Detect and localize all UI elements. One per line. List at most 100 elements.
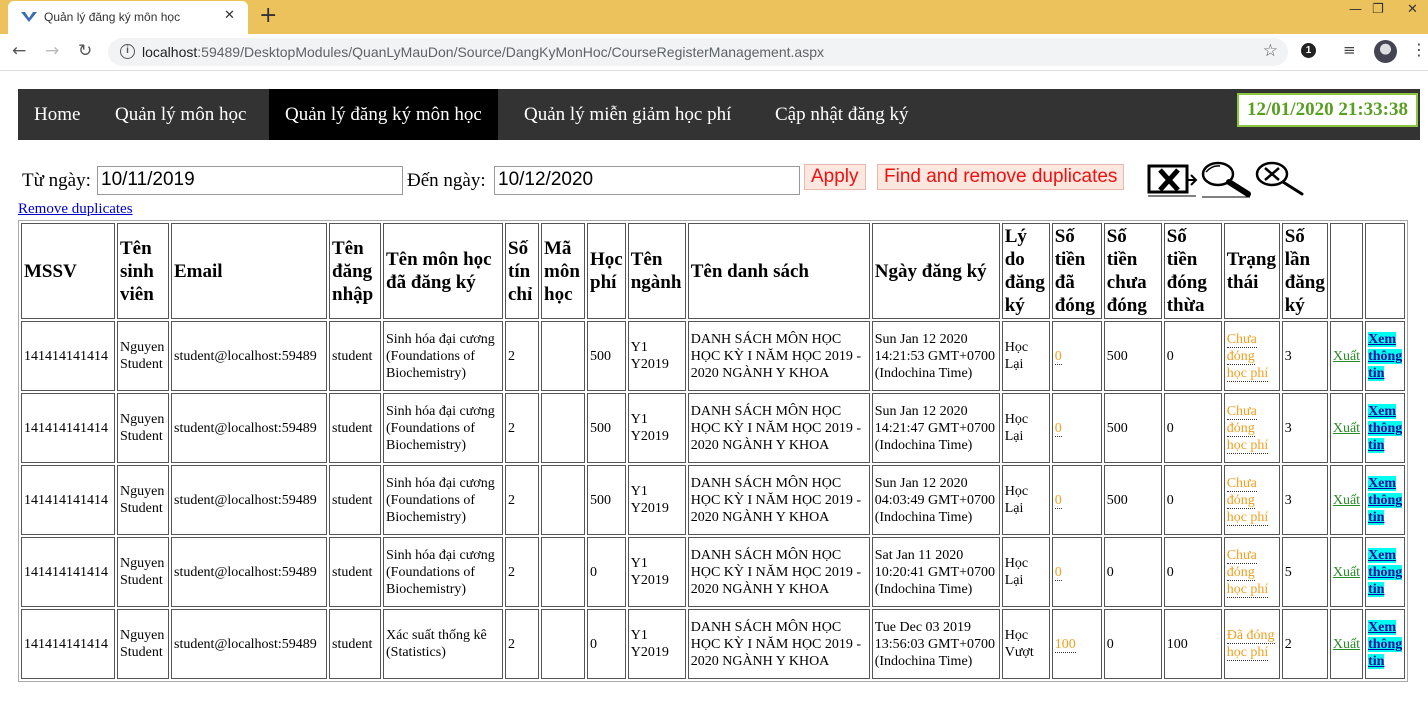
- col-reason: Lý do đăng ký: [1001, 223, 1050, 319]
- export-link[interactable]: Xuất: [1333, 493, 1360, 508]
- remove-duplicates-link[interactable]: Remove duplicates: [18, 201, 133, 218]
- view-details-link[interactable]: Xem thông tin: [1368, 547, 1403, 597]
- cell-list-name: DANH SÁCH MÔN HỌC HỌC KỲ I NĂM HỌC 2019 …: [687, 609, 870, 679]
- tab-close-icon[interactable]: ✕: [224, 8, 235, 23]
- paid-amount-link[interactable]: 0: [1054, 492, 1062, 509]
- cell-fee: 500: [587, 393, 626, 463]
- paid-amount-link[interactable]: 0: [1054, 420, 1062, 437]
- cell-reason: Học Lại: [1001, 465, 1050, 535]
- cell-credits-text: 2: [508, 636, 515, 652]
- cell-course-code: [541, 537, 585, 607]
- search-icon[interactable]: [1200, 160, 1252, 198]
- browser-menu-icon[interactable]: ⋮: [1411, 40, 1427, 59]
- cell-unpaid-text: 0: [1106, 636, 1114, 652]
- view-details-link[interactable]: Xem thông tin: [1368, 475, 1403, 525]
- cell-major-text: Y1 Y2019: [630, 628, 669, 660]
- export-link[interactable]: Xuất: [1333, 637, 1360, 652]
- cell-course-name-text: Sinh hóa đại cương (Foundations of Bioch…: [386, 331, 495, 381]
- cell-student-name: Nguyen Student: [117, 609, 169, 679]
- col-course-name: Tên môn học đã đăng ký: [383, 223, 503, 319]
- window-close-icon[interactable]: ✕: [1407, 2, 1418, 17]
- cell-register-date: Sat Jan 11 2020 10:20:41 GMT+0700 (Indoc…: [871, 537, 1000, 607]
- extension-icon[interactable]: 1: [1301, 43, 1316, 58]
- find-remove-duplicates-button[interactable]: Find and remove duplicates: [877, 164, 1125, 190]
- paid-amount-link[interactable]: 0: [1054, 564, 1062, 581]
- table-row: 141414141414 Nguyen Student student@localh…: [21, 609, 1406, 679]
- cell-course-code: [541, 465, 585, 535]
- cell-email-text: student@localhost:59489: [174, 636, 317, 652]
- cell-fee-text: 0: [590, 636, 597, 652]
- from-date-input[interactable]: 10/11/2019: [97, 166, 403, 195]
- cell-times: 3: [1281, 393, 1328, 463]
- excel-export-icon[interactable]: [1146, 160, 1198, 198]
- cell-register-date: Sun Jan 12 2020 14:21:47 GMT+0700 (Indoc…: [871, 393, 1000, 463]
- nav-update-registration[interactable]: Cập nhật đăng ký: [759, 89, 925, 140]
- export-link[interactable]: Xuất: [1333, 565, 1360, 580]
- cell-login-text: student: [332, 564, 373, 580]
- media-control-icon[interactable]: ≡: [1343, 41, 1356, 59]
- cell-register-date: Sun Jan 12 2020 04:03:49 GMT+0700 (Indoc…: [871, 465, 1000, 535]
- cell-register-date-text: Sun Jan 12 2020 14:21:47 GMT+0700 (Indoc…: [874, 403, 996, 453]
- nav-tuition-exemption[interactable]: Quản lý miễn giảm học phí: [508, 89, 747, 140]
- avatar[interactable]: [1374, 40, 1397, 63]
- cell-login: student: [329, 609, 381, 679]
- table-header-row: MSSV Tên sinh viên Email Tên đăng nhập T…: [21, 223, 1406, 319]
- cell-reason: Học Lại: [1001, 393, 1050, 463]
- cell-overpaid-text: 0: [1166, 564, 1174, 580]
- view-details-link[interactable]: Xem thông tin: [1368, 331, 1403, 381]
- col-list-name: Tên danh sách: [687, 223, 870, 319]
- cell-reason-text: Học Lại: [1004, 412, 1029, 444]
- paid-amount-link[interactable]: 100: [1054, 636, 1076, 653]
- cell-times: 3: [1281, 465, 1328, 535]
- cell-overpaid-text: 0: [1166, 420, 1174, 436]
- minimize-icon[interactable]: —: [1349, 2, 1362, 17]
- cell-overpaid: 0: [1163, 465, 1222, 535]
- new-tab-icon[interactable]: +: [259, 3, 277, 28]
- cell-view: Xem thông tin: [1365, 321, 1406, 391]
- to-date-input[interactable]: 10/12/2020: [494, 166, 800, 195]
- address-bar[interactable]: i localhost:59489/DesktopModules/QuanLyM…: [108, 38, 1288, 66]
- view-details-link[interactable]: Xem thông tin: [1368, 619, 1403, 669]
- cell-mssv-text: 141414141414: [24, 420, 108, 436]
- nav-course-registration-management[interactable]: Quản lý đăng ký môn học: [269, 89, 498, 140]
- col-view: [1365, 223, 1406, 319]
- cell-paid: 0: [1051, 465, 1102, 535]
- cell-status: Chưa đóng học phí: [1223, 393, 1280, 463]
- col-email: Email: [171, 223, 327, 319]
- nav-course-management[interactable]: Quản lý môn học: [99, 89, 262, 140]
- cell-unpaid: 0: [1103, 537, 1162, 607]
- col-unpaid: Số tiền chưa đóng: [1103, 223, 1162, 319]
- cell-login-text: student: [332, 348, 373, 364]
- cell-times-text: 3: [1284, 492, 1292, 508]
- export-link[interactable]: Xuất: [1333, 421, 1360, 436]
- cell-register-date-text: Tue Dec 03 2019 13:56:03 GMT+0700 (Indoc…: [874, 619, 996, 669]
- cell-mssv: 141414141414: [21, 393, 115, 463]
- forward-icon[interactable]: →: [45, 41, 59, 61]
- cell-email: student@localhost:59489: [171, 537, 327, 607]
- cell-fee: 500: [587, 465, 626, 535]
- bookmark-star-icon[interactable]: ☆: [1263, 41, 1278, 61]
- view-details-link[interactable]: Xem thông tin: [1368, 403, 1403, 453]
- cell-times-text: 5: [1284, 564, 1292, 580]
- site-info-icon[interactable]: i: [120, 44, 135, 59]
- clear-search-icon[interactable]: [1254, 160, 1306, 198]
- browser-tab[interactable]: Quản lý đăng ký môn học ✕: [8, 1, 248, 34]
- cell-login: student: [329, 321, 381, 391]
- cell-login: student: [329, 537, 381, 607]
- back-icon[interactable]: ←: [12, 41, 26, 61]
- export-link[interactable]: Xuất: [1333, 349, 1360, 364]
- apply-button[interactable]: Apply: [804, 164, 866, 190]
- cell-credits: 2: [505, 537, 539, 607]
- nav-home[interactable]: Home: [18, 89, 96, 140]
- cell-status: Chưa đóng học phí: [1223, 321, 1280, 391]
- cell-overpaid-text: 0: [1166, 348, 1174, 364]
- payment-status: Đã đóng học phí: [1226, 628, 1275, 661]
- cell-unpaid-text: 500: [1106, 348, 1128, 364]
- cell-paid: 0: [1051, 321, 1102, 391]
- cell-email: student@localhost:59489: [171, 609, 327, 679]
- payment-status: Chưa đóng học phí: [1226, 547, 1269, 598]
- restore-icon[interactable]: ❐: [1372, 2, 1384, 17]
- reload-icon[interactable]: ↻: [78, 41, 92, 61]
- paid-amount-link[interactable]: 0: [1054, 348, 1062, 365]
- cell-unpaid-text: 0: [1106, 564, 1114, 580]
